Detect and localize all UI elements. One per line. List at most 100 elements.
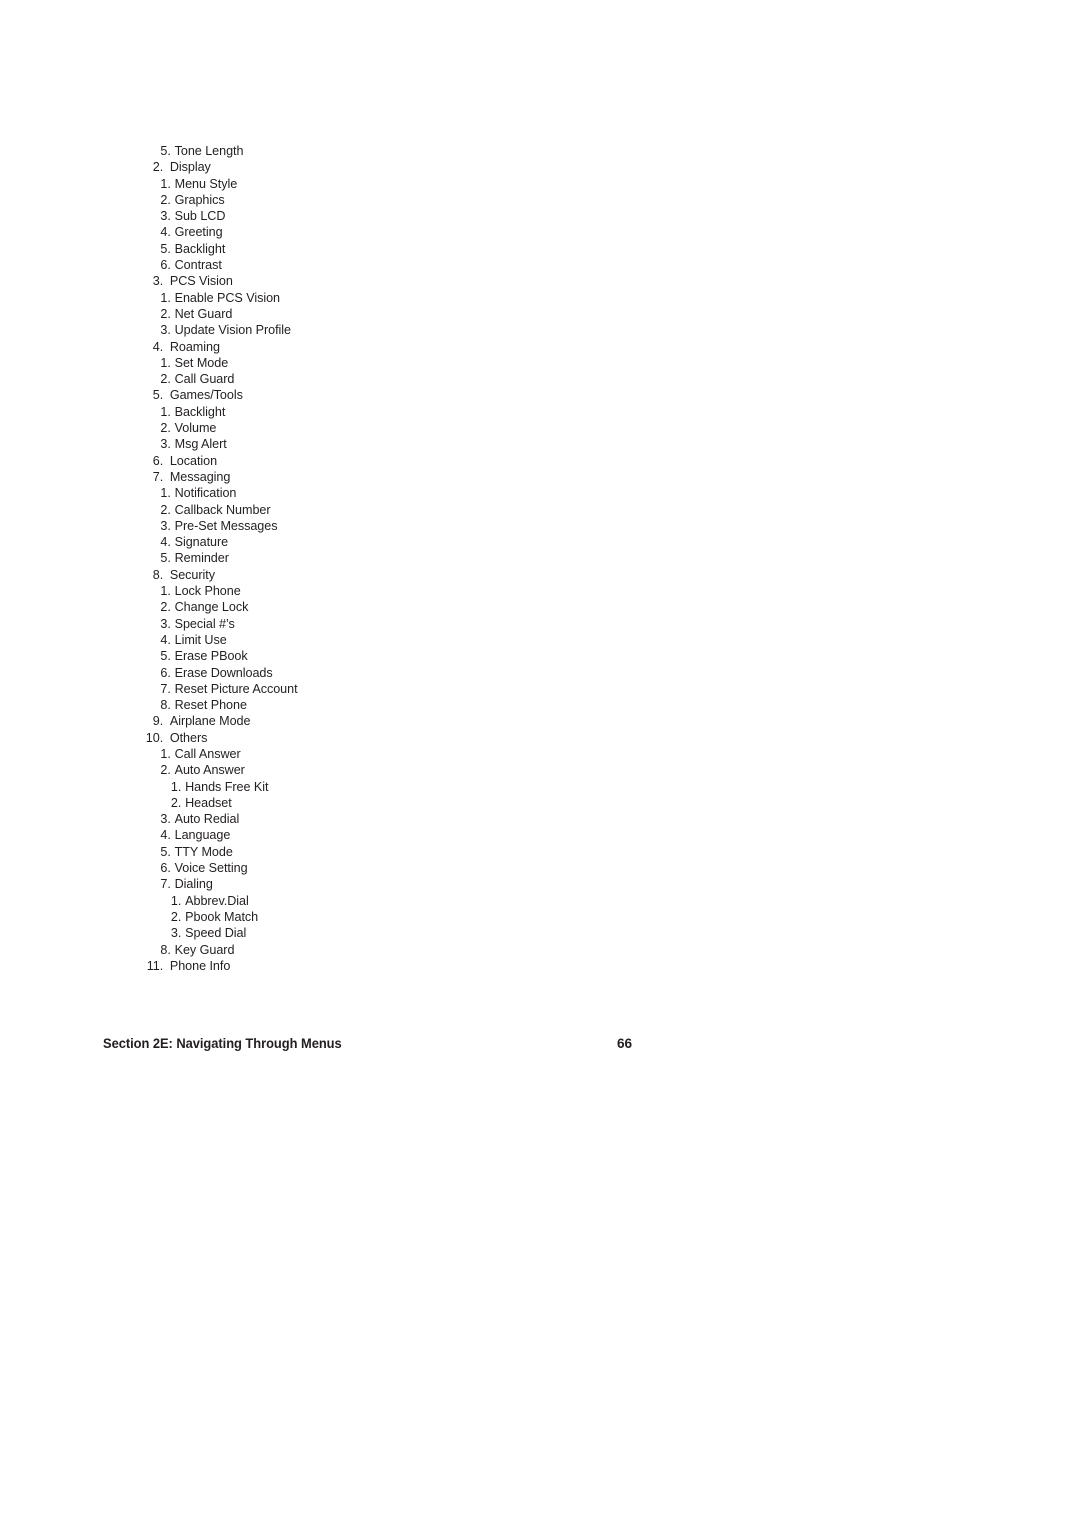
menu-item-number: 1. [160,485,171,501]
menu-item: 5. Tone Length [103,143,695,159]
menu-item: 5. Games/Tools [103,387,695,403]
menu-item: 3. Speed Dial [103,925,695,941]
menu-item-number: 6. [160,257,171,273]
menu-item-number: 7. [152,468,164,484]
menu-item-number: 2. [160,371,171,387]
menu-item-label: Reset Phone [174,697,247,713]
menu-item-label: Auto Answer [174,762,245,778]
menu-item-number: 3. [160,208,171,224]
menu-item-number: 4. [160,827,171,843]
menu-item-number: 2. [160,420,171,436]
menu-item-label: Auto Redial [174,811,240,827]
menu-item-number: 3. [160,517,171,533]
menu-item: 1. Set Mode [103,355,695,371]
menu-item-label: Voice Setting [174,860,248,876]
menu-item-number: 3. [160,436,171,452]
menu-item: 7. Dialing [103,876,695,892]
menu-item: 4. Roaming [103,339,695,355]
menu-item: 2. Net Guard [103,306,695,322]
menu-item-label: Call Guard [174,371,235,387]
menu-item: 1. Abbrev.Dial [103,893,695,909]
menu-item-number: 1. [160,175,171,191]
menu-item-number: 4. [160,224,171,240]
menu-item-label: Msg Alert [174,436,227,452]
menu-item-number: 7. [160,680,171,696]
menu-item-label: Enable PCS Vision [174,289,281,305]
menu-item: 2. Call Guard [103,371,695,387]
menu-item: 2. Headset [103,795,695,811]
menu-item-number: 2. [170,908,182,924]
menu-item-number: 10. [145,729,164,745]
menu-item-label: PCS Vision [169,273,233,289]
menu-item: 2. Graphics [103,192,695,208]
menu-item-label: Sub LCD [174,208,226,224]
menu-item-label: Pre-Set Messages [174,517,278,533]
menu-item-number: 5. [160,648,171,664]
menu-item: 3. Pre-Set Messages [103,518,695,534]
menu-item-label: Greeting [174,224,223,240]
menu-item-number: 6. [152,452,164,468]
menu-item-label: Others [169,729,208,745]
menu-item-label: Set Mode [174,354,229,370]
menu-item-number: 3. [160,322,171,338]
menu-item-label: Security [169,566,215,582]
menu-item-number: 8. [160,697,171,713]
menu-item-number: 3. [152,273,164,289]
menu-item: 6. Voice Setting [103,860,695,876]
menu-item-number: 3. [160,615,171,631]
menu-item-label: Display [169,159,211,175]
menu-item-label: Signature [174,534,229,550]
menu-item: 2. Volume [103,420,695,436]
menu-item-label: Change Lock [174,599,249,615]
menu-item: 2. Change Lock [103,599,695,615]
menu-item: 1. Notification [103,485,695,501]
menu-item: 8. Reset Phone [103,697,695,713]
menu-item: 3. Special #’s [103,616,695,632]
menu-item-label: Update Vision Profile [174,322,292,338]
menu-item: 5. Backlight [103,241,695,257]
menu-item-number: 2. [160,191,171,207]
footer-page-number: 66 [617,1036,633,1051]
menu-item-number: 6. [160,860,171,876]
menu-item-label: Reset Picture Account [174,680,298,696]
menu-item: 3. Auto Redial [103,811,695,827]
menu-item-number: 2. [152,159,164,175]
menu-item: 3. PCS Vision [103,273,695,289]
menu-item: 1. Call Answer [103,746,695,762]
phone-menu-outline: 5. Tone Length 2. Display 1. Menu Style 2. Grap… [103,143,723,974]
menu-item: 1. Lock Phone [103,583,695,599]
menu-item-number: 5. [160,143,171,158]
menu-item: 7. Messaging [103,469,695,485]
menu-item-number: 2. [160,599,171,615]
menu-item-number: 4. [160,534,171,550]
menu-item-label: Erase PBook [174,648,248,664]
menu-item: 9. Airplane Mode [103,713,695,729]
menu-item-number: 9. [152,713,164,729]
menu-item-label: Games/Tools [169,387,243,403]
menu-item: 6. Location [103,453,695,469]
menu-item: 1. Hands Free Kit [103,779,695,795]
menu-item-number: 2. [160,762,171,778]
menu-item-number: 1. [160,745,171,761]
menu-item: 10. Others [103,730,695,746]
menu-item: 8. Key Guard [103,942,695,958]
menu-item-number: 8. [152,566,164,582]
page-footer: Section 2E: Navigating Through Menus 66 [103,1036,643,1051]
menu-item-label: Call Answer [174,745,241,761]
menu-item-number: 1. [160,403,171,419]
menu-item-label: Speed Dial [185,925,247,941]
menu-item-number: 4. [160,631,171,647]
menu-item: 1. Backlight [103,404,695,420]
menu-item: 2. Callback Number [103,502,695,518]
menu-item-label: Limit Use [174,631,227,647]
menu-item-label: Lock Phone [174,583,241,599]
menu-item-number: 3. [160,811,171,827]
menu-item-label: Hands Free Kit [185,778,269,794]
menu-item: 6. Erase Downloads [103,665,695,681]
menu-item-number: 5. [152,387,164,403]
footer-section-title: Section 2E: Navigating Through Menus [103,1036,342,1051]
menu-item: 2. Auto Answer [103,762,695,778]
menu-item-number: 7. [160,876,171,892]
menu-item-label: Headset [185,794,232,810]
menu-item: 2. Pbook Match [103,909,695,925]
